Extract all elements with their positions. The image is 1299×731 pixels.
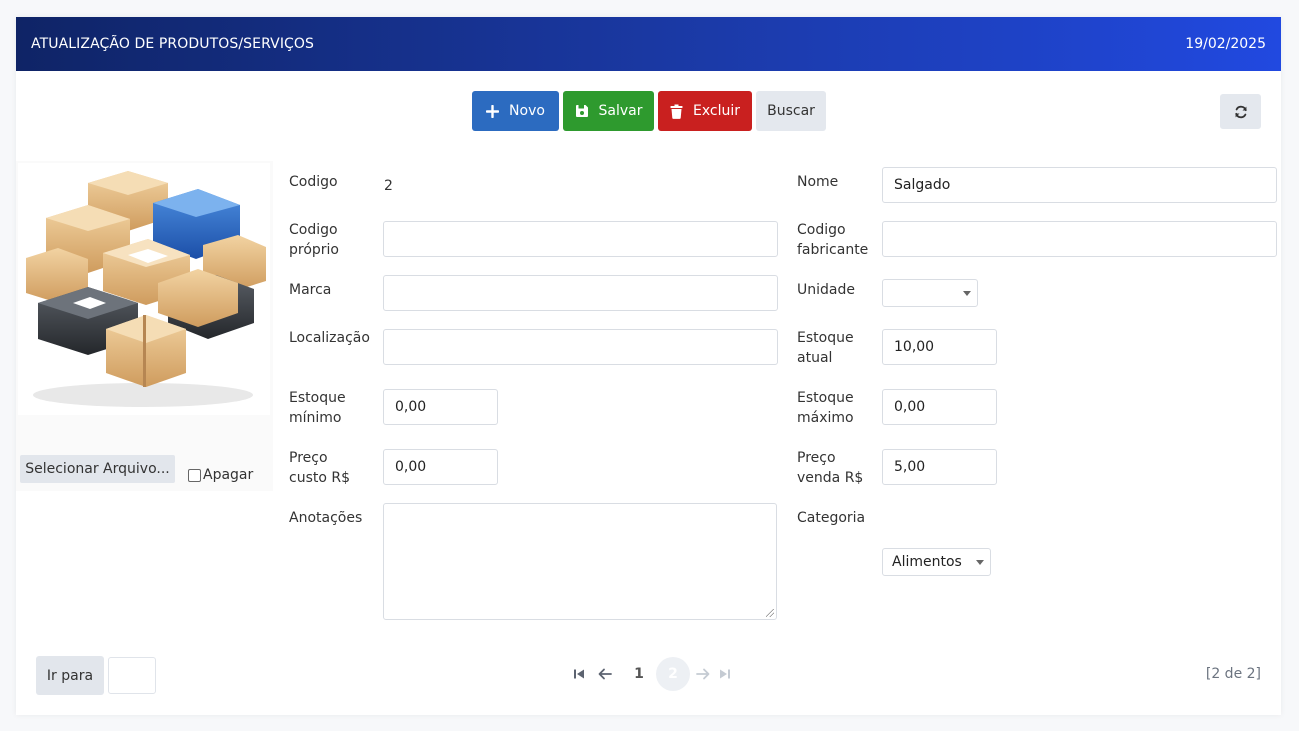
sale-price-input[interactable]: 5,00 [882, 449, 997, 485]
image-panel: Selecionar Arquivo... Apagar [16, 161, 273, 491]
max-stock-input-value: 0,00 [894, 399, 926, 415]
unit-label: Unidade [797, 282, 855, 298]
resize-handle-icon[interactable] [766, 609, 774, 617]
product-update-card: ATUALIZAÇÃO DE PRODUTOS/SERVIÇOS 19/02/2… [16, 17, 1281, 715]
page-info: [2 de 2] [1205, 666, 1261, 682]
sale-price-label: Preço venda R$ [797, 448, 863, 488]
unit-select[interactable] [882, 279, 978, 307]
delete-image-option[interactable]: Apagar [188, 467, 253, 483]
name-input-value: Salgado [894, 177, 951, 193]
page-2-button[interactable]: 2 [656, 657, 690, 691]
current-stock-input-value: 10,00 [894, 339, 935, 355]
delete-image-label: Apagar [203, 467, 254, 483]
category-select-value: Alimentos [892, 554, 962, 570]
cost-price-input[interactable]: 0,00 [383, 449, 498, 485]
select-file-button[interactable]: Selecionar Arquivo... [20, 455, 175, 483]
delete-button-label: Excluir [693, 103, 740, 119]
code-label: Codigo [289, 174, 338, 190]
pagination-footer: Ir para 1 2 [2 de 2] [16, 635, 1281, 715]
max-stock-input[interactable]: 0,00 [882, 389, 997, 425]
new-button-label: Novo [509, 103, 545, 119]
floppy-disk-icon [575, 104, 589, 118]
cost-price-label-line2: custo R$ [289, 470, 351, 486]
first-page-icon[interactable] [566, 657, 592, 691]
save-button-label: Salvar [598, 103, 643, 119]
chevron-down-icon [976, 560, 984, 565]
delete-button[interactable]: Excluir [658, 91, 752, 131]
toolbar: Novo Salvar Excluir Buscar [16, 71, 1281, 161]
cost-price-label-line1: Preço [289, 450, 328, 466]
select-file-label: Selecionar Arquivo... [25, 461, 170, 477]
save-button[interactable]: Salvar [563, 91, 654, 131]
max-stock-label-line2: máximo [797, 410, 854, 426]
plus-icon [486, 104, 500, 118]
new-button[interactable]: Novo [472, 91, 559, 131]
sale-price-label-line1: Preço [797, 450, 836, 466]
go-to-label: Ir para [46, 667, 94, 684]
search-button-label: Buscar [767, 103, 815, 119]
next-page-icon[interactable] [690, 657, 716, 691]
brand-label: Marca [289, 282, 332, 298]
search-button[interactable]: Buscar [756, 91, 826, 131]
sale-price-label-line2: venda R$ [797, 470, 864, 486]
previous-page-icon[interactable] [592, 657, 618, 691]
product-form: Codigo 2 Nome Salgado Codigo próprio Cod… [273, 161, 1281, 626]
own-code-input[interactable] [383, 221, 778, 257]
manufacturer-code-label-line2: fabricante [797, 242, 869, 258]
page-header: ATUALIZAÇÃO DE PRODUTOS/SERVIÇOS 19/02/2… [16, 17, 1281, 71]
refresh-button[interactable] [1220, 94, 1261, 129]
current-stock-input[interactable]: 10,00 [882, 329, 997, 365]
current-stock-label: Estoque atual [797, 328, 854, 368]
category-label: Categoria [797, 510, 866, 526]
min-stock-label-line2: mínimo [289, 410, 342, 426]
manufacturer-code-input[interactable] [882, 221, 1277, 257]
own-code-label-line2: próprio [289, 242, 339, 258]
sale-price-input-value: 5,00 [894, 459, 926, 475]
go-to-button[interactable]: Ir para [36, 656, 104, 695]
trash-icon [670, 104, 683, 119]
max-stock-label-line1: Estoque [797, 390, 854, 406]
pager: 1 2 [566, 657, 734, 691]
notes-textarea[interactable] [383, 503, 777, 620]
cost-price-label: Preço custo R$ [289, 448, 350, 488]
min-stock-label: Estoque mínimo [289, 388, 346, 428]
notes-label: Anotações [289, 510, 363, 526]
delete-image-checkbox[interactable] [188, 468, 201, 482]
own-code-label-line1: Codigo [289, 222, 338, 238]
location-input[interactable] [383, 329, 778, 365]
min-stock-input[interactable]: 0,00 [383, 389, 498, 425]
brand-input[interactable] [383, 275, 778, 311]
refresh-icon [1234, 105, 1248, 119]
go-to-page-input[interactable] [108, 657, 156, 694]
manufacturer-code-label-line1: Codigo [797, 222, 846, 238]
min-stock-label-line1: Estoque [289, 390, 346, 406]
code-value: 2 [384, 178, 393, 194]
product-image [18, 163, 270, 415]
chevron-down-icon [963, 291, 971, 296]
own-code-label: Codigo próprio [289, 220, 339, 260]
manufacturer-code-label: Codigo fabricante [797, 220, 868, 260]
header-date: 19/02/2025 [1185, 36, 1266, 52]
cost-price-input-value: 0,00 [395, 459, 427, 475]
page-title: ATUALIZAÇÃO DE PRODUTOS/SERVIÇOS [31, 36, 315, 52]
current-stock-label-line1: Estoque [797, 330, 854, 346]
min-stock-input-value: 0,00 [395, 399, 427, 415]
max-stock-label: Estoque máximo [797, 388, 854, 428]
name-label: Nome [797, 174, 839, 190]
location-label: Localização [289, 330, 370, 346]
last-page-icon[interactable] [716, 657, 734, 691]
current-stock-label-line2: atual [797, 350, 833, 366]
page-1-button[interactable]: 1 [622, 657, 656, 691]
category-select[interactable]: Alimentos [882, 548, 991, 576]
name-input[interactable]: Salgado [882, 167, 1277, 203]
